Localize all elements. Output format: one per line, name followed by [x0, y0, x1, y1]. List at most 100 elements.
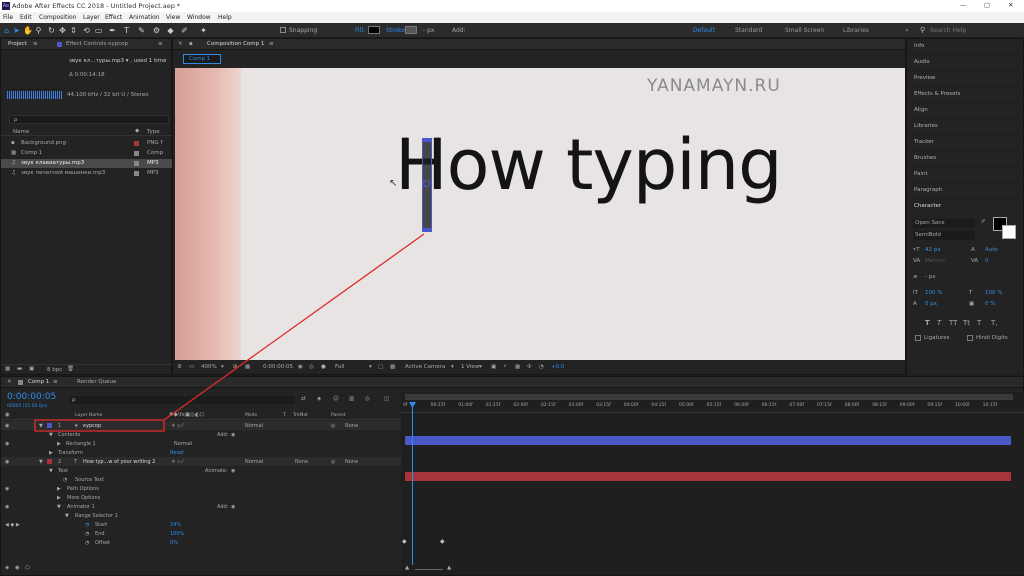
workspace-standard[interactable]: Standard: [735, 27, 762, 34]
horizontal-scale-value[interactable]: 100 %: [985, 290, 1002, 296]
grid-icon[interactable]: ▦: [245, 364, 250, 370]
project-item-selected[interactable]: ♫ звук клавиатуры.mp3 MP3: [1, 159, 173, 168]
brush-tool-icon[interactable]: ✎: [137, 26, 146, 35]
layer-row-2[interactable]: ◉ ▼ 2 T How typ...w of your writing 2 ☀ …: [1, 457, 401, 466]
effect-controls-menu-icon[interactable]: ≡: [158, 41, 163, 47]
property-row[interactable]: ▼ Contents Add: ◉: [1, 430, 401, 439]
menu-edit[interactable]: Edit: [20, 14, 32, 21]
property-row[interactable]: ▼ Range Selector 1: [1, 511, 401, 520]
stopwatch-icon[interactable]: ◔: [63, 477, 67, 483]
layer-switches-icon[interactable]: ☀ ⬦ ⁄: [171, 423, 183, 429]
panel-preview[interactable]: Preview: [907, 71, 1019, 87]
expand-arrow-icon[interactable]: ▼: [39, 423, 43, 429]
layer-row-1[interactable]: ◉ ▼ 1 ★ курсор ☀ ⬦ ⁄ Normal ◎ None: [1, 421, 401, 430]
menu-animation[interactable]: Animation: [129, 14, 160, 21]
menu-window[interactable]: Window: [187, 14, 211, 21]
expand-arrow-icon[interactable]: ▼: [49, 468, 53, 474]
layer-trkmat-dropdown[interactable]: None: [295, 459, 308, 465]
toggle-pixel-icon[interactable]: ▣: [491, 364, 496, 370]
draft-3d-icon[interactable]: ◈: [317, 396, 321, 402]
property-row[interactable]: ◔ Source Text: [1, 475, 401, 484]
menu-view[interactable]: View: [166, 14, 180, 21]
leading-value[interactable]: Auto: [985, 247, 998, 253]
layer-name[interactable]: курсор: [83, 423, 101, 429]
panel-brushes[interactable]: Brushes: [907, 151, 1019, 167]
zoom-dropdown[interactable]: 400%: [201, 364, 217, 370]
property-value[interactable]: Reset: [170, 450, 184, 456]
layer-name-header[interactable]: Layer Name: [75, 413, 102, 418]
zoom-out-icon[interactable]: ▲: [405, 565, 409, 571]
camera-dropdown[interactable]: Active Camera: [405, 364, 445, 370]
workspace-overflow-icon[interactable]: »: [905, 27, 909, 34]
stopwatch-icon[interactable]: ◔: [85, 540, 89, 546]
panel-libraries[interactable]: Libraries: [907, 119, 1019, 135]
stopwatch-icon[interactable]: ◔: [85, 531, 89, 537]
delete-icon[interactable]: 🗑: [67, 366, 74, 372]
reset-exposure-icon[interactable]: ◔: [539, 364, 544, 370]
layer-parent-dropdown[interactable]: None: [345, 459, 358, 465]
property-value[interactable]: 100%: [170, 531, 184, 537]
always-preview-icon[interactable]: ⚙: [177, 364, 182, 370]
region-of-interest-icon[interactable]: ▢: [378, 364, 383, 370]
snapshot-icon[interactable]: ◉: [298, 364, 303, 370]
zoom-slider[interactable]: ▲ ▲: [405, 565, 453, 572]
view-chevron-icon[interactable]: ▾: [479, 364, 482, 370]
hand-tool-icon[interactable]: ✋: [23, 26, 33, 35]
lock-icon[interactable]: ▪: [189, 41, 193, 47]
zoom-tool-icon[interactable]: ⚲: [34, 26, 43, 35]
panel-tracker[interactable]: Tracker: [907, 135, 1019, 151]
canvas-text-layer[interactable]: How typing: [395, 124, 783, 206]
property-row[interactable]: ◉ ▶ Path Options: [1, 484, 401, 493]
roto-tool-icon[interactable]: ✐: [180, 26, 189, 35]
keyframe-start-1[interactable]: ◆: [440, 538, 445, 545]
timeline-icon[interactable]: ▦: [515, 364, 520, 370]
parent-header[interactable]: Parent: [331, 413, 345, 418]
expand-arrow-icon[interactable]: ▶: [57, 486, 61, 492]
toggle-modes-icon[interactable]: ◉: [15, 565, 20, 571]
show-snapshot-icon[interactable]: ◎: [309, 364, 314, 370]
property-row[interactable]: ◔ Offset 0%: [1, 538, 401, 547]
flowchart-icon[interactable]: ✣: [527, 364, 532, 370]
property-row[interactable]: ▶ More Options: [1, 493, 401, 502]
close-icon[interactable]: ✕: [1008, 1, 1013, 9]
pen-tool-icon[interactable]: ✒: [108, 26, 117, 35]
small-caps-button[interactable]: Tt: [963, 319, 970, 327]
fast-preview-icon[interactable]: ⚡: [503, 364, 507, 370]
new-folder-icon[interactable]: ▬: [17, 366, 22, 372]
property-value[interactable]: 24%: [170, 522, 181, 528]
property-row[interactable]: ▶ Transform Reset: [1, 448, 401, 457]
mode-header[interactable]: Mode: [245, 413, 257, 418]
property-row[interactable]: ◔ End 100%: [1, 529, 401, 538]
property-row[interactable]: ◉ ▶ Rectangle 1 Normal: [1, 439, 401, 448]
fill-swatch[interactable]: [368, 26, 380, 34]
vertical-scale-value[interactable]: 100 %: [925, 290, 942, 296]
eye-icon[interactable]: ◉: [5, 504, 9, 510]
menu-effect[interactable]: Effect: [105, 14, 122, 21]
zoom-in-icon[interactable]: ▲: [447, 565, 451, 571]
expand-arrow-icon[interactable]: ▶: [57, 441, 61, 447]
frame-blending-icon[interactable]: ▥: [349, 396, 354, 402]
t-header[interactable]: T: [283, 413, 286, 418]
property-extra[interactable]: Animate:: [205, 468, 228, 474]
layer-switches-icon[interactable]: ☀ ⬦ ⁄: [171, 459, 183, 465]
time-ruler[interactable]: 0f 00:15f 01:00f 01:15f 02:00f 02:15f 03:00f 03…: [401, 401, 1024, 413]
faux-italic-button[interactable]: T: [937, 319, 941, 327]
expand-arrow-icon[interactable]: ▼: [57, 504, 61, 510]
stroke-swatch[interactable]: [405, 26, 417, 34]
layer-bar-2[interactable]: [405, 472, 1011, 481]
property-extra[interactable]: Add:: [217, 432, 228, 438]
type-tool-icon[interactable]: T: [122, 26, 131, 35]
current-time-display[interactable]: 0:00:00:05: [7, 392, 56, 402]
timeline-search[interactable]: ρ: [69, 396, 295, 404]
new-comp-icon[interactable]: ▣: [29, 366, 34, 372]
toggle-in-out-icon[interactable]: ⬡: [25, 565, 30, 571]
selection-tool-icon[interactable]: ➤: [12, 26, 21, 35]
item-name-label[interactable]: звук кл...туры.mp3 ▾ , used 1 time: [69, 58, 166, 64]
resolution-chevron-icon[interactable]: ▾: [369, 364, 372, 370]
panel-paint[interactable]: Paint: [907, 167, 1019, 183]
resolution-dropdown[interactable]: Full: [335, 364, 344, 370]
tab-render-queue[interactable]: Render Queue: [77, 379, 116, 385]
eraser-tool-icon[interactable]: ◆: [166, 26, 175, 35]
tab-composition[interactable]: Composition Comp 1: [207, 41, 264, 47]
keyframe-nav-icon[interactable]: ◀ ◆ ▶: [5, 522, 20, 528]
